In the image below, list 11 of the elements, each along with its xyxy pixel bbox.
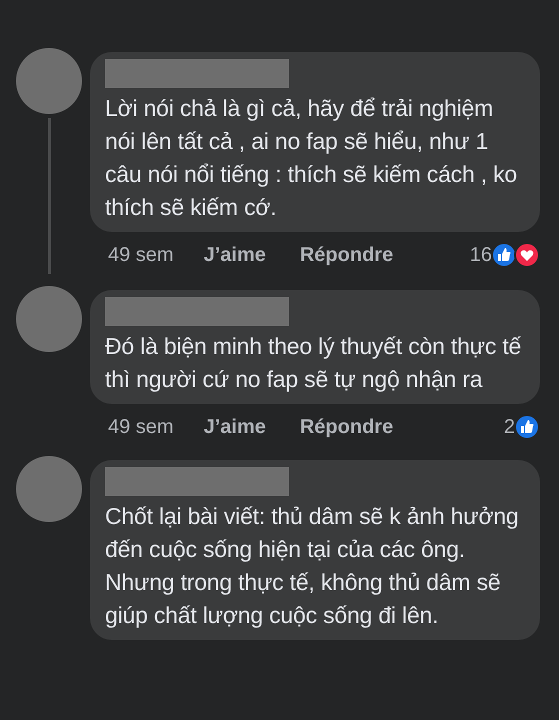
comment-text: Chốt lại bài viết: thủ dâm sẽ k ảnh hưởng đến cuộc sống hiện tại của các ông. Nhưng trong thực tế, không thủ dâm sẽ giúp chất lượng cuộc sống đi lên.	[105, 502, 520, 630]
reply-link[interactable]: Répondre	[300, 416, 394, 438]
comment-text: Đó là biện minh theo lý thuyết còn thực tế thì người cứ no fap sẽ tự ngộ nhận ra	[105, 332, 522, 394]
comment-time: 49 sem	[108, 244, 174, 266]
like-link[interactable]: J’aime	[204, 416, 266, 438]
comment-text: Lời nói chả là gì cả, hãy để trải nghiệm nói lên tất cả , ai no fap sẽ hiểu, như 1 câu nói nổi tiếng : thích sẽ kiếm cách , ko thích sẽ kiếm cớ.	[105, 94, 518, 222]
like-link[interactable]: J’aime	[204, 244, 266, 266]
reaction-count: 16	[470, 244, 492, 266]
reply-link[interactable]: Répondre	[300, 244, 394, 266]
reaction-count: 2	[504, 416, 515, 438]
comment-time: 49 sem	[108, 416, 174, 438]
